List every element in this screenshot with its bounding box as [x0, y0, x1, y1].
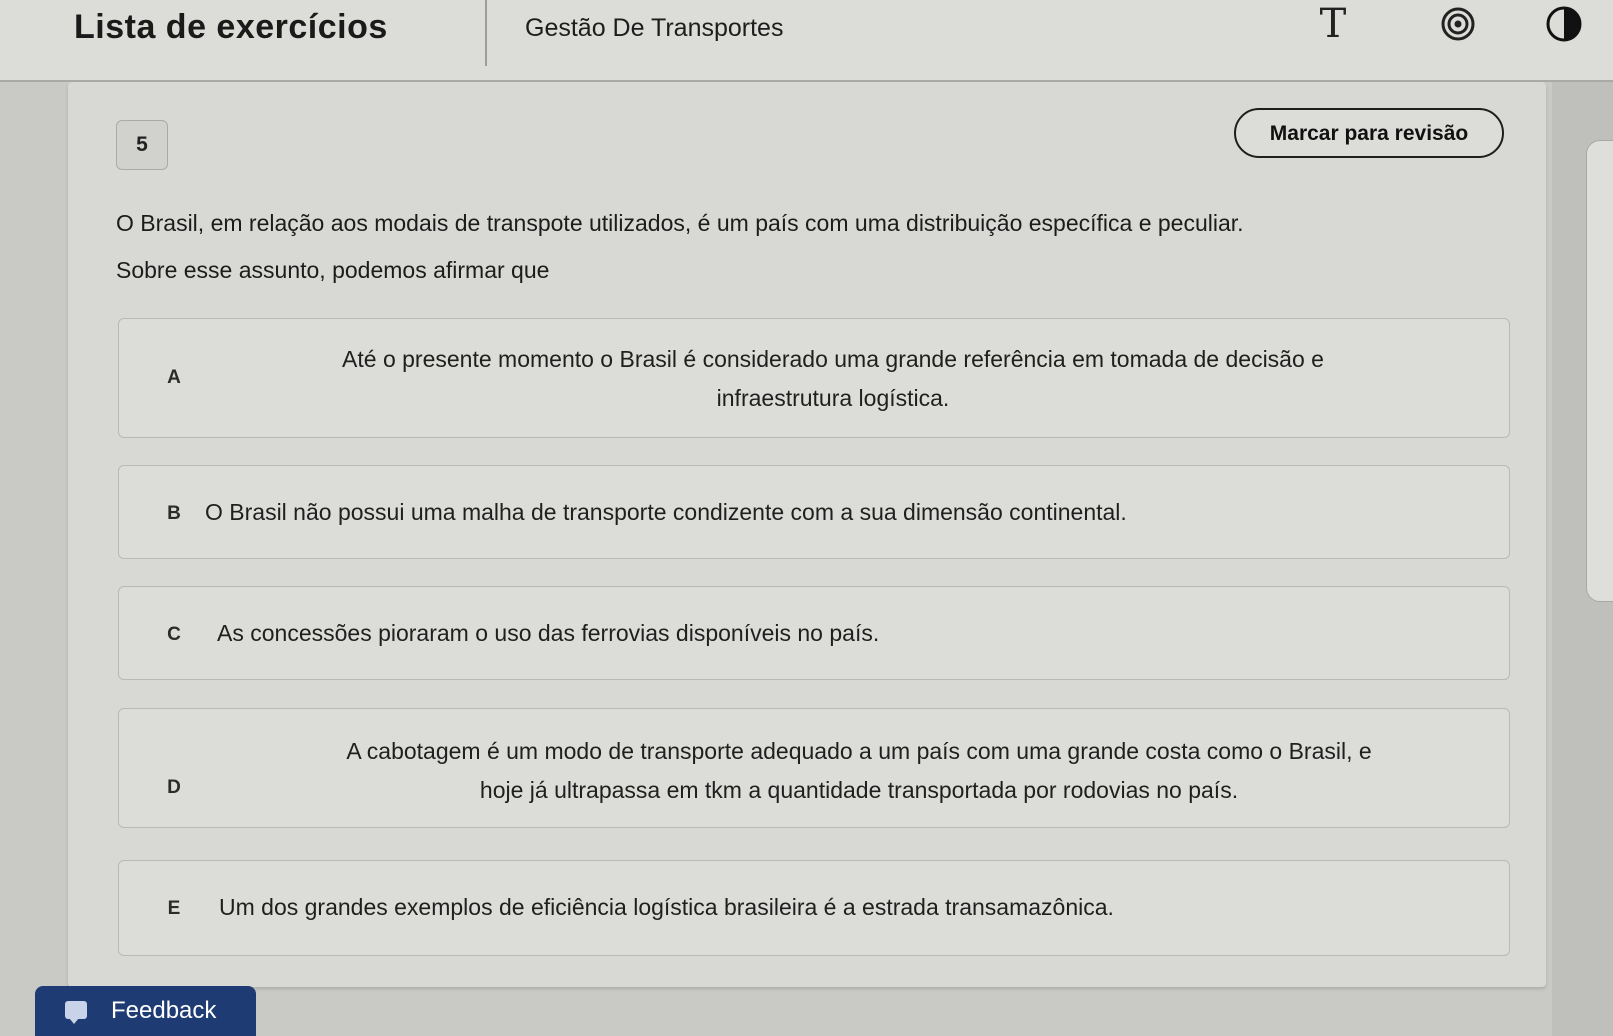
option-text: O Brasil não possui uma malha de transpo… — [205, 493, 1127, 532]
option-text: A cabotagem é um modo de transporte adeq… — [227, 732, 1491, 810]
option-text: As concessões pioraram o uso das ferrovi… — [217, 614, 879, 653]
option-a[interactable]: A Até o presente momento o Brasil é cons… — [118, 318, 1510, 438]
feedback-button[interactable]: Feedback — [35, 986, 256, 1036]
option-letter: E — [167, 898, 181, 919]
mark-for-review-button[interactable]: Marcar para revisão — [1234, 108, 1504, 158]
course-title: Gestão De Transportes — [525, 14, 784, 42]
prompt-line: O Brasil, em relação aos modais de trans… — [116, 210, 1244, 236]
option-text: Até o presente momento o Brasil é consid… — [253, 340, 1413, 418]
contrast-icon[interactable] — [1544, 4, 1584, 44]
chat-bubble-icon — [65, 1001, 87, 1024]
option-line: A cabotagem é um modo de transporte adeq… — [346, 738, 1372, 764]
option-line: Até o presente momento o Brasil é consid… — [342, 346, 1324, 372]
prompt-line: Sobre esse assunto, podemos afirmar que — [116, 257, 550, 283]
option-c[interactable]: C As concessões pioraram o uso das ferro… — [118, 586, 1510, 680]
question-number: 5 — [116, 120, 168, 170]
top-bar: Lista de exercícios Gestão De Transporte… — [0, 0, 1613, 82]
option-letter: D — [167, 777, 181, 798]
option-letter: A — [167, 367, 181, 388]
option-line: infraestrutura logística. — [716, 385, 950, 411]
option-line: Um dos grandes exemplos de eficiência lo… — [219, 894, 1114, 920]
app-title: Lista de exercícios — [74, 8, 388, 46]
option-line: O Brasil não possui uma malha de transpo… — [205, 499, 1127, 525]
option-letter: C — [167, 624, 181, 645]
option-b[interactable]: B O Brasil não possui uma malha de trans… — [118, 465, 1510, 559]
target-icon[interactable] — [1438, 4, 1478, 44]
feedback-label: Feedback — [111, 997, 217, 1024]
font-size-icon[interactable]: T — [1313, 2, 1353, 46]
option-letter: B — [167, 503, 181, 524]
scrollbar-thumb[interactable] — [1586, 140, 1613, 602]
option-d[interactable]: D A cabotagem é um modo de transporte ad… — [118, 708, 1510, 828]
option-line: hoje já ultrapassa em tkm a quantidade t… — [479, 777, 1239, 803]
title-divider — [485, 0, 487, 66]
option-line: As concessões pioraram o uso das ferrovi… — [217, 620, 880, 646]
option-text: Um dos grandes exemplos de eficiência lo… — [219, 888, 1114, 927]
option-e[interactable]: E Um dos grandes exemplos de eficiência … — [118, 860, 1510, 956]
question-prompt: O Brasil, em relação aos modais de trans… — [116, 200, 1516, 294]
